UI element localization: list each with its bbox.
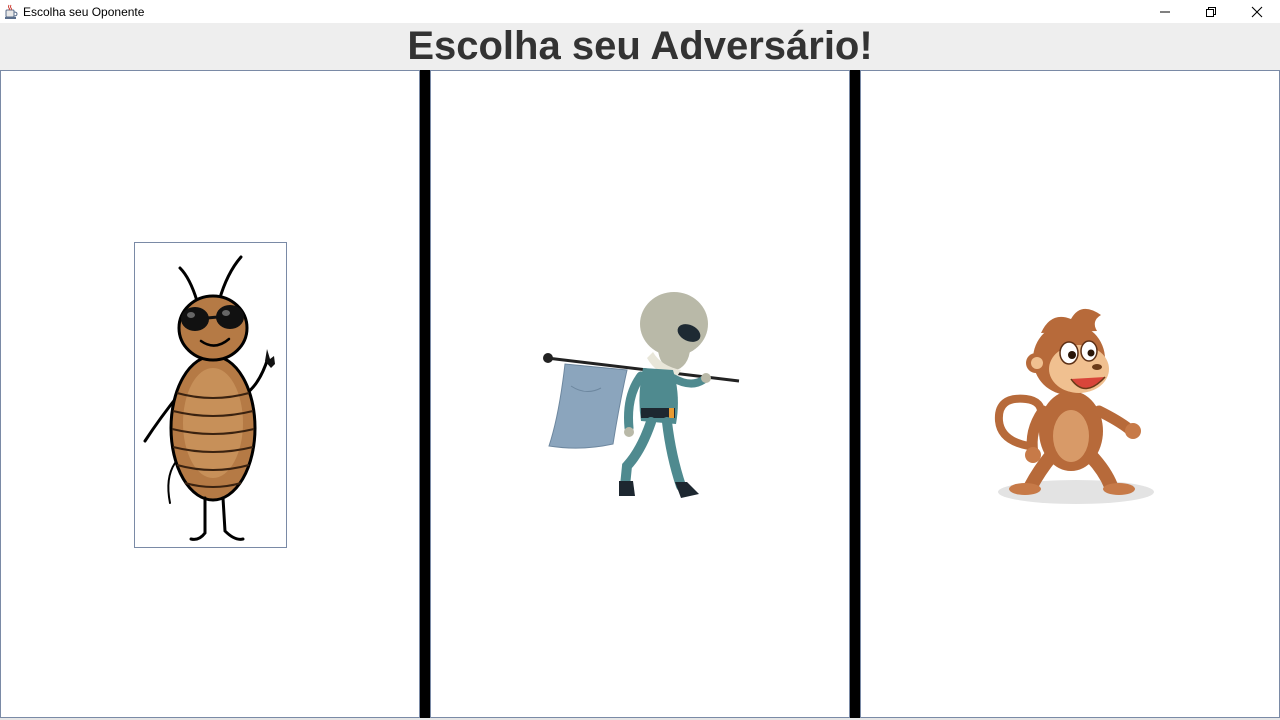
window-controls bbox=[1142, 0, 1280, 23]
monkey-icon bbox=[994, 308, 1154, 504]
header-panel: Escolha seu Adversário! bbox=[0, 23, 1280, 70]
close-button[interactable] bbox=[1234, 0, 1280, 23]
opponent-panel-cockroach bbox=[0, 70, 420, 718]
game-window: Escolha seu Oponente Escolha seu Adversá… bbox=[0, 0, 1280, 720]
minimize-button[interactable] bbox=[1142, 0, 1188, 23]
alien-icon bbox=[543, 292, 740, 498]
title-bar[interactable]: Escolha seu Oponente bbox=[0, 0, 1280, 23]
panel-divider bbox=[850, 70, 860, 720]
close-icon bbox=[1251, 6, 1263, 17]
cockroach-opponent-button[interactable] bbox=[134, 242, 287, 548]
page-title: Escolha seu Adversário! bbox=[407, 24, 873, 68]
opponent-panels bbox=[0, 70, 1280, 720]
alien-opponent-button[interactable] bbox=[541, 286, 746, 506]
panel-divider bbox=[420, 70, 430, 720]
window-title: Escolha seu Oponente bbox=[23, 4, 145, 19]
java-cup-icon bbox=[3, 4, 19, 20]
cockroach-icon bbox=[143, 255, 275, 541]
monkey-opponent-button[interactable] bbox=[981, 271, 1161, 511]
restore-button[interactable] bbox=[1188, 0, 1234, 23]
opponent-panel-monkey bbox=[860, 70, 1280, 718]
minimize-icon bbox=[1160, 11, 1170, 12]
restore-icon bbox=[1206, 6, 1216, 17]
opponent-panel-alien bbox=[430, 70, 850, 718]
